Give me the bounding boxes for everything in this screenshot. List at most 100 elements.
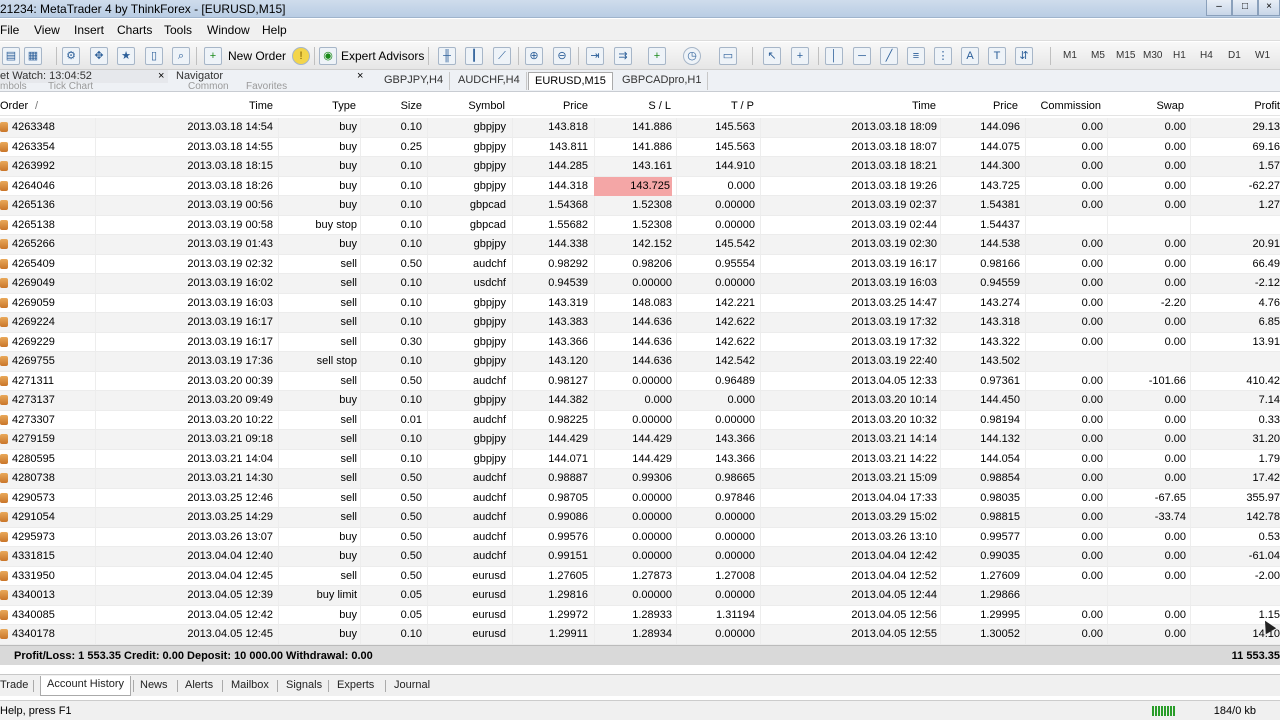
table-row[interactable]: 4265266 2013.03.19 01:43 buy 0.10 gbpjpy 144.… [0,235,1280,255]
cursor-icon[interactable]: ↖ [763,47,781,65]
indicators-icon[interactable]: + [648,47,666,65]
fibonacci-icon[interactable]: ⋮ [934,47,952,65]
table-row[interactable]: 4331950 2013.04.04 12:45 sell 0.50 eurusd 1.2… [0,566,1280,586]
market-watch-tab-symbols[interactable]: mbols [0,81,27,92]
navigator-tab-favorites[interactable]: Favorites [246,81,287,92]
table-row[interactable]: 4265136 2013.03.19 00:56 buy 0.10 gbpcad 1.54… [0,196,1280,216]
profiles-icon[interactable]: ▦ [24,47,42,65]
text-icon[interactable]: A [961,47,979,65]
minimize-button[interactable]: – [1206,0,1232,16]
table-row[interactable]: 4340013 2013.04.05 12:39 buy limit 0.05 euru… [0,586,1280,606]
col-stop-loss[interactable]: S / L [610,100,671,112]
table-row[interactable]: 4263348 2013.03.18 14:54 buy 0.10 gbpjpy 143.… [0,118,1280,138]
maximize-button[interactable]: □ [1232,0,1258,16]
table-row[interactable]: 4290573 2013.03.25 12:46 sell 0.50 audchf 0.9… [0,488,1280,508]
menu-tools[interactable]: Tools [164,23,192,37]
timeframe-d1[interactable]: D1 [1228,50,1241,61]
table-row[interactable]: 4295973 2013.03.26 13:07 buy 0.50 audchf 0.99… [0,527,1280,547]
tab-account-history[interactable]: Account History [40,676,132,696]
timeframe-w1[interactable]: W1 [1255,50,1270,61]
timeframe-m1[interactable]: M1 [1063,50,1077,61]
text-label-icon[interactable]: T [988,47,1006,65]
table-row[interactable]: 4269049 2013.03.19 16:02 sell 0.10 usdchf 0.9… [0,274,1280,294]
new-chart-icon[interactable]: ▤ [2,47,20,65]
col-open-time[interactable]: Time [200,100,273,112]
zoom-in-icon[interactable]: ⊕ [525,47,543,65]
col-symbol[interactable]: Symbol [440,100,505,112]
navigator-icon[interactable]: ★ [117,47,135,65]
timeframe-h1[interactable]: H1 [1173,50,1186,61]
table-row[interactable]: 4265138 2013.03.19 00:58 buy stop 0.10 gbpca… [0,215,1280,235]
navigator-tab-common[interactable]: Common [188,81,229,92]
table-row[interactable]: 4263992 2013.03.18 18:15 buy 0.10 gbpjpy 144.… [0,157,1280,177]
chart-tab-audchf[interactable]: AUDCHF,H4 [452,72,527,90]
line-chart-icon[interactable]: ⟋ [493,47,511,65]
arrows-icon[interactable]: ⇵ [1015,47,1033,65]
table-row[interactable]: 4280738 2013.03.21 14:30 sell 0.50 audchf 0.9… [0,469,1280,489]
tab-alerts[interactable]: Alerts [185,679,213,691]
trendline-icon[interactable]: ╱ [880,47,898,65]
tab-mailbox[interactable]: Mailbox [231,679,269,691]
close-market-watch-icon[interactable]: × [158,70,164,82]
strategy-tester-icon[interactable]: ⌕ [172,47,190,65]
table-row[interactable]: 4291054 2013.03.25 14:29 sell 0.50 audchf 0.9… [0,508,1280,528]
timeframe-m5[interactable]: M5 [1091,50,1105,61]
new-order-button[interactable]: New Order [228,46,286,66]
channel-icon[interactable]: ≡ [907,47,925,65]
terminal-icon[interactable]: ▯ [145,47,163,65]
tab-news[interactable]: News [140,679,168,691]
table-row[interactable]: 4331815 2013.04.04 12:40 buy 0.50 audchf 0.99… [0,547,1280,567]
table-row[interactable]: 4280595 2013.03.21 14:04 sell 0.10 gbpjpy 144… [0,449,1280,469]
table-row[interactable]: 4265409 2013.03.19 02:32 sell 0.50 audchf 0.9… [0,254,1280,274]
table-row[interactable]: 4271311 2013.03.20 00:39 sell 0.50 audchf 0.9… [0,371,1280,391]
tab-journal[interactable]: Journal [394,679,430,691]
table-row[interactable]: 4279159 2013.03.21 09:18 sell 0.10 gbpjpy 144… [0,430,1280,450]
chart-tab-gbpcadpro[interactable]: GBPCADpro,H1 [616,72,709,90]
col-commission[interactable]: Commission [1020,100,1101,112]
table-row[interactable]: 4264046 2013.03.18 18:26 buy 0.10 gbpjpy 144.… [0,176,1280,196]
col-close-price[interactable]: Price [960,100,1018,112]
vertical-line-icon[interactable]: │ [825,47,843,65]
data-window-icon[interactable]: ✥ [90,47,108,65]
tab-experts[interactable]: Experts [337,679,374,691]
horizontal-line-icon[interactable]: ─ [853,47,871,65]
table-row[interactable]: 4269059 2013.03.19 16:03 sell 0.10 gbpjpy 143… [0,293,1280,313]
col-profit[interactable]: Profit [1220,100,1280,112]
timeframe-m30[interactable]: M30 [1143,50,1162,61]
market-watch-icon[interactable]: ⚙ [62,47,80,65]
candlestick-icon[interactable]: ┃ [465,47,483,65]
tab-signals[interactable]: Signals [286,679,322,691]
market-watch-tab-tick-chart[interactable]: Tick Chart [48,81,93,92]
col-type[interactable]: Type [300,100,356,112]
periods-icon[interactable]: ◷ [683,47,701,65]
table-row[interactable]: 4269224 2013.03.19 16:17 sell 0.10 gbpjpy 143… [0,313,1280,333]
timeframe-h4[interactable]: H4 [1200,50,1213,61]
table-row[interactable]: 4269755 2013.03.19 17:36 sell stop 0.10 gbpj… [0,352,1280,372]
col-swap[interactable]: Swap [1120,100,1184,112]
timeframe-m15[interactable]: M15 [1116,50,1135,61]
chart-shift-icon[interactable]: ⇥ [586,47,604,65]
auto-scroll-icon[interactable]: ⇉ [614,47,632,65]
crosshair-icon[interactable]: + [791,47,809,65]
col-size[interactable]: Size [380,100,422,112]
bar-chart-icon[interactable]: ╫ [438,47,456,65]
col-close-time[interactable]: Time [860,100,936,112]
tab-trade[interactable]: Trade [0,679,28,691]
menu-window[interactable]: Window [207,23,250,37]
menu-help[interactable]: Help [262,23,287,37]
templates-icon[interactable]: ▭ [719,47,737,65]
menu-charts[interactable]: Charts [117,23,152,37]
chart-tab-eurusd[interactable]: EURUSD,M15 [528,72,613,90]
zoom-out-icon[interactable]: ⊖ [553,47,571,65]
expert-advisors-button[interactable]: Expert Advisors [341,46,424,66]
menu-file[interactable]: File [0,23,19,37]
close-window-button[interactable]: × [1258,0,1280,16]
table-row[interactable]: 4263354 2013.03.18 14:55 buy 0.25 gbpjpy 143.… [0,137,1280,157]
menu-insert[interactable]: Insert [74,23,104,37]
menu-view[interactable]: View [34,23,60,37]
close-navigator-icon[interactable]: × [357,70,363,82]
col-take-profit[interactable]: T / P [700,100,754,112]
chart-tab-gbpjpy[interactable]: GBPJPY,H4 [378,72,451,90]
table-row[interactable]: 4273307 2013.03.20 10:22 sell 0.01 audchf 0.9… [0,410,1280,430]
col-open-price[interactable]: Price [530,100,588,112]
